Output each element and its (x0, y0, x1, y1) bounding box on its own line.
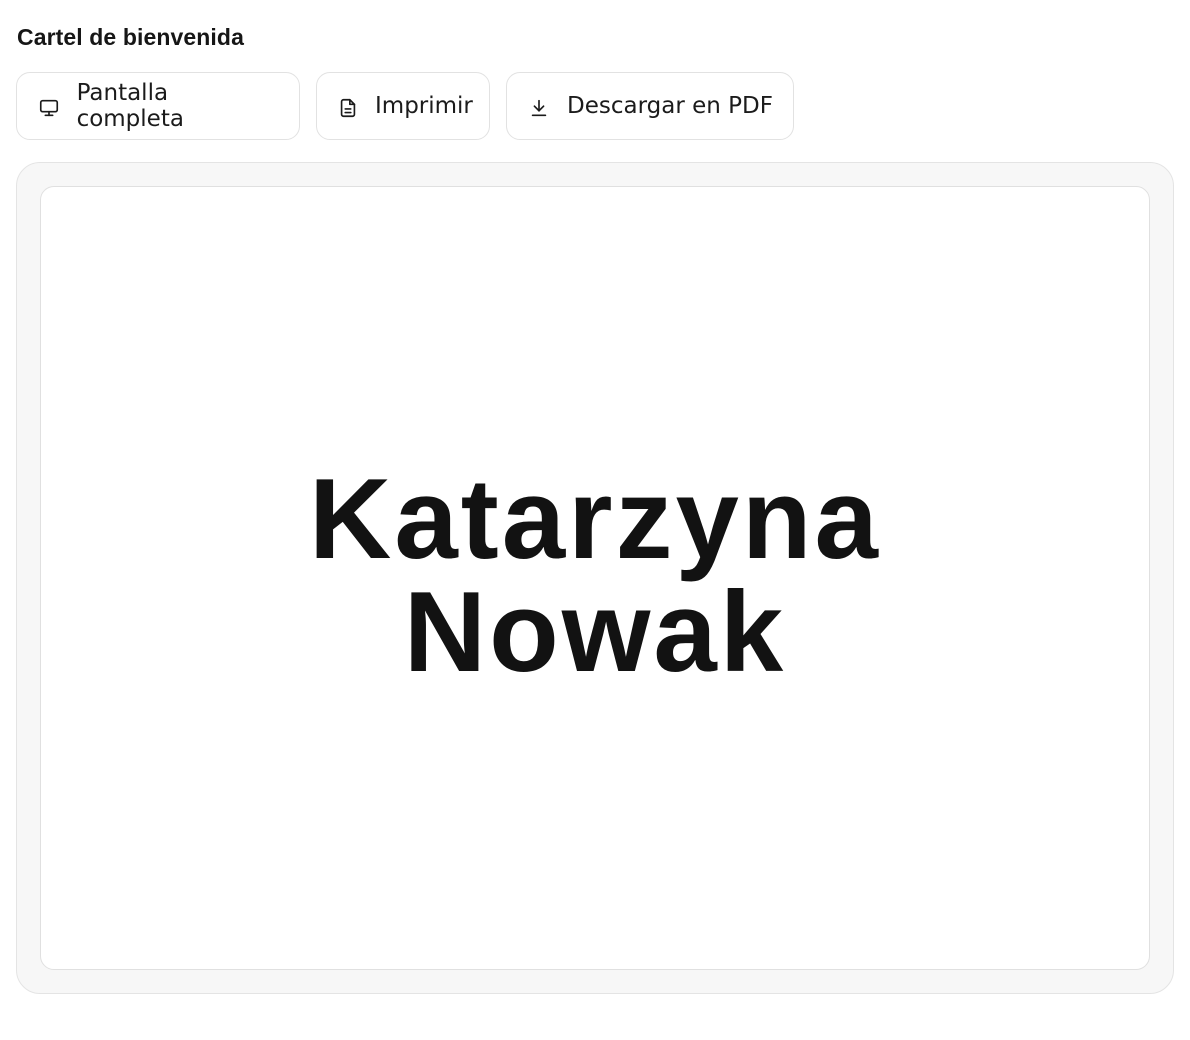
toolbar: Pantalla completa Imprimir Descargar en … (16, 72, 794, 140)
fullscreen-button[interactable]: Pantalla completa (16, 72, 300, 140)
print-button[interactable]: Imprimir (316, 72, 490, 140)
download-pdf-button[interactable]: Descargar en PDF (506, 72, 794, 140)
monitor-icon (37, 96, 61, 120)
fullscreen-button-label: Pantalla completa (76, 80, 184, 132)
download-icon (527, 96, 551, 120)
print-button-label: Imprimir (375, 93, 473, 119)
welcome-sign: Katarzyna Nowak (40, 186, 1150, 970)
sign-first-name: Katarzyna (309, 456, 881, 583)
document-icon (337, 96, 359, 120)
sign-last-name: Nowak (403, 569, 787, 696)
page-title: Cartel de bienvenida (17, 24, 244, 50)
download-pdf-button-label: Descargar en PDF (567, 93, 773, 119)
sign-name: Katarzyna Nowak (309, 456, 881, 696)
sign-preview-frame: Katarzyna Nowak (16, 162, 1174, 994)
